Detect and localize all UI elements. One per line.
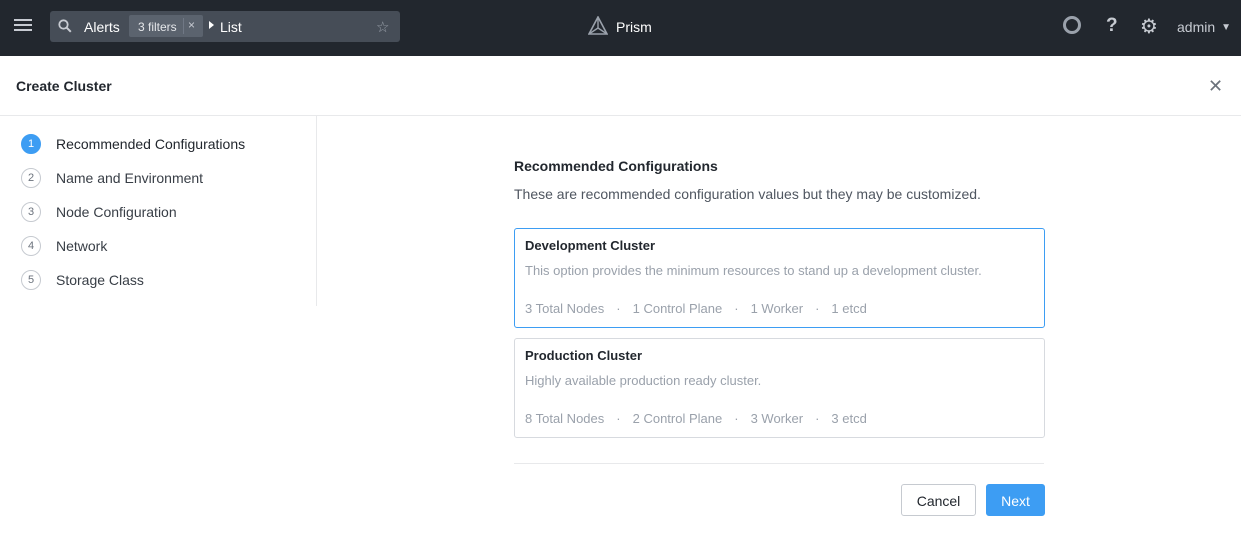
step-number: 1 — [21, 134, 41, 154]
stat-control-plane: 2 Control Plane — [632, 411, 723, 426]
search-bar[interactable]: Alerts 3 filters × List ☆ — [50, 11, 400, 42]
card-stats: 8 Total Nodes · 2 Control Plane · 3 Worker · 3… — [525, 411, 867, 426]
stat-separator: · — [616, 411, 621, 426]
stat-separator: · — [734, 301, 739, 316]
stat-separator: · — [616, 301, 621, 316]
cancel-button[interactable]: Cancel — [901, 484, 976, 516]
help-icon[interactable]: ? — [1106, 15, 1118, 37]
brand-name: Prism — [616, 19, 652, 35]
search-icon — [58, 19, 72, 33]
step-number: 5 — [21, 270, 41, 290]
chevron-down-icon: ▼ — [1221, 22, 1232, 33]
wizard-steps: 1 Recommended Configurations 2 Name and … — [0, 116, 317, 306]
next-button[interactable]: Next — [986, 484, 1045, 516]
section-description: These are recommended configuration valu… — [514, 186, 981, 202]
modal-header: Create Cluster ✕ — [0, 56, 1241, 116]
top-navigation-bar: Alerts 3 filters × List ☆ Prism ? ⚙ admi… — [0, 0, 1241, 56]
star-icon[interactable]: ☆ — [376, 18, 389, 36]
close-icon[interactable]: ✕ — [1208, 76, 1223, 97]
status-circle-icon[interactable] — [1063, 16, 1081, 34]
stat-control-plane: 1 Control Plane — [632, 301, 723, 316]
stat-etcd: 1 etcd — [831, 301, 867, 316]
step-label: Storage Class — [56, 272, 144, 288]
prism-logo-icon — [588, 16, 608, 35]
stat-etcd: 3 etcd — [831, 411, 867, 426]
card-description: This option provides the minimum resourc… — [525, 263, 982, 278]
section-title: Recommended Configurations — [514, 158, 718, 174]
footer-divider — [514, 463, 1044, 464]
step-number: 2 — [21, 168, 41, 188]
step-number: 3 — [21, 202, 41, 222]
caret-right-icon — [209, 21, 214, 29]
menu-icon[interactable] — [14, 16, 32, 36]
user-menu[interactable]: admin ▼ — [1177, 19, 1231, 35]
stat-separator: · — [815, 411, 820, 426]
modal-title: Create Cluster — [16, 78, 112, 94]
config-card-production[interactable]: Production Cluster Highly available prod… — [514, 338, 1045, 438]
search-entity-label[interactable]: Alerts — [84, 19, 120, 35]
step-label: Name and Environment — [56, 170, 204, 186]
search-view-label[interactable]: List — [220, 19, 242, 35]
card-title: Production Cluster — [525, 348, 643, 363]
step-label: Network — [56, 238, 108, 254]
user-name: admin — [1177, 19, 1216, 35]
filter-chip[interactable]: 3 filters × — [129, 15, 203, 37]
stat-worker: 1 Worker — [750, 301, 804, 316]
filter-chip-divider — [183, 18, 184, 34]
gear-icon[interactable]: ⚙ — [1140, 14, 1158, 39]
card-title: Development Cluster — [525, 238, 656, 253]
stat-total-nodes: 3 Total Nodes — [525, 301, 605, 316]
config-card-development[interactable]: Development Cluster This option provides… — [514, 228, 1045, 328]
stat-worker: 3 Worker — [750, 411, 804, 426]
step-label: Node Configuration — [56, 204, 177, 220]
step-number: 4 — [21, 236, 41, 256]
card-description: Highly available production ready cluste… — [525, 373, 762, 388]
card-stats: 3 Total Nodes · 1 Control Plane · 1 Worker · 1… — [525, 301, 867, 316]
clear-filters-icon[interactable]: × — [188, 18, 195, 32]
step-label: Recommended Configurations — [56, 136, 246, 152]
stat-total-nodes: 8 Total Nodes — [525, 411, 605, 426]
stat-separator: · — [815, 301, 820, 316]
stat-separator: · — [734, 411, 739, 426]
filter-chip-label: 3 filters — [138, 20, 177, 34]
